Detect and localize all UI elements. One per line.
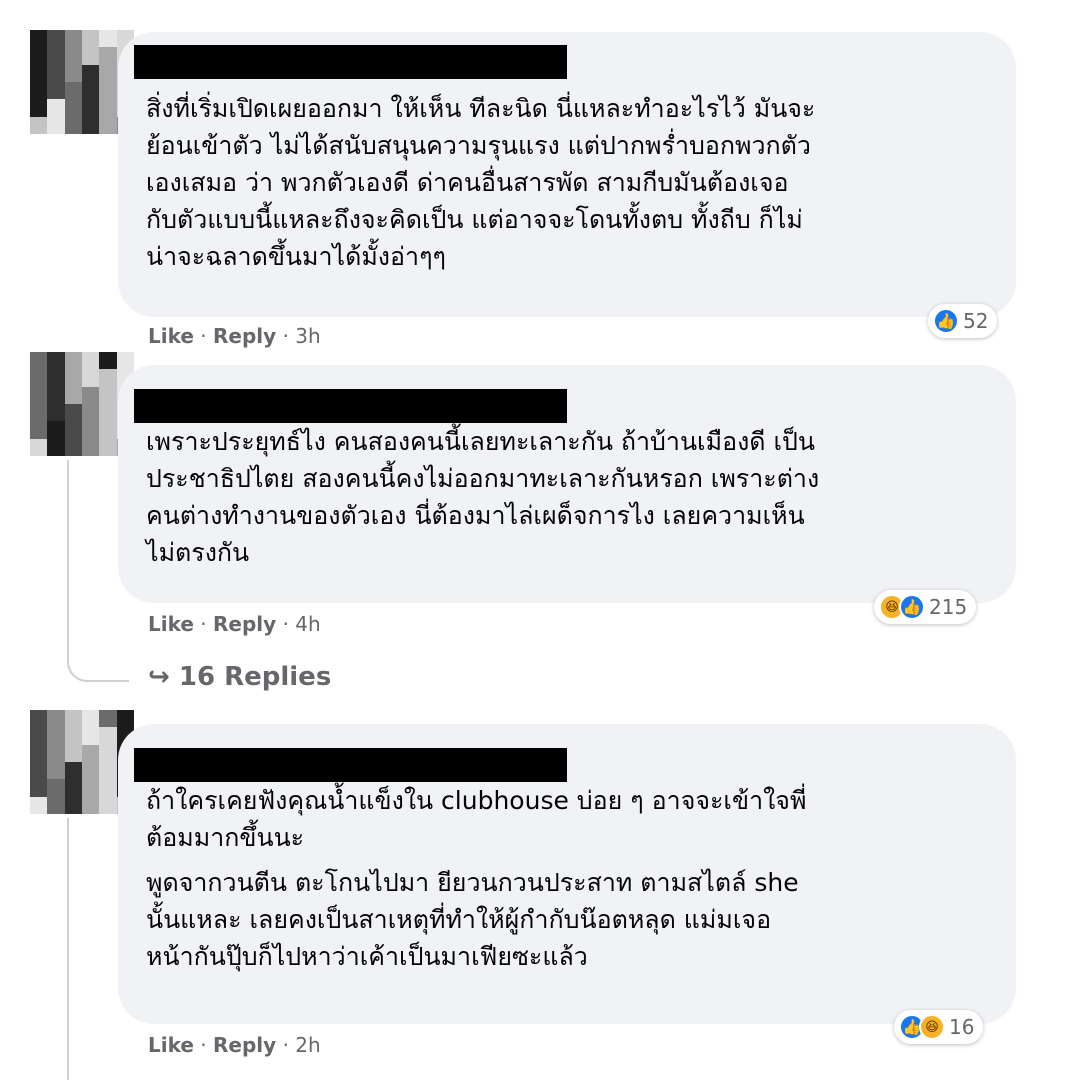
comment-bubble: สิ่งที่เริ่มเปิดเผยออกมา ให้เห็น ทีละนิด… <box>118 32 1016 317</box>
reply-thread-line <box>67 460 129 682</box>
like-icon: 👍 <box>899 594 925 620</box>
separator: · <box>200 612 207 636</box>
reply-button[interactable]: Reply <box>213 324 276 348</box>
haha-icon: 😆 <box>919 1014 945 1040</box>
reply-thread-line <box>67 818 69 1080</box>
separator: · <box>282 612 289 636</box>
reply-button[interactable]: Reply <box>213 1033 276 1057</box>
separator: · <box>282 324 289 348</box>
replies-count-label: 16 Replies <box>178 662 332 692</box>
reply-arrow-icon: ↪ <box>148 662 170 692</box>
separator: · <box>200 1033 207 1057</box>
reaction-summary[interactable]: 👍 😆 16 <box>894 1010 984 1044</box>
like-button[interactable]: Like <box>148 612 194 636</box>
like-button[interactable]: Like <box>148 324 194 348</box>
like-icon: 👍 <box>933 308 959 334</box>
reaction-summary[interactable]: 👍 52 <box>928 304 998 338</box>
comment-actions: Like · Reply · 4h <box>148 612 321 636</box>
comment-bubble: ถ้าใครเคยฟังคุณน้ำแข็งใน clubhouse บ่อย … <box>118 724 1016 1024</box>
comment-timestamp[interactable]: 3h <box>295 324 320 348</box>
comment-bubble: เพราะประยุทธ์ไง คนสองคนนี้เลยทะเลาะกัน ถ… <box>118 365 1016 603</box>
like-button[interactable]: Like <box>148 1033 194 1057</box>
reaction-summary[interactable]: 😆 👍 215 <box>874 590 977 624</box>
comment-timestamp[interactable]: 2h <box>295 1033 320 1057</box>
comment-timestamp[interactable]: 4h <box>295 612 320 636</box>
reaction-count: 52 <box>963 309 989 333</box>
comment-text-paragraph: พูดจากวนตีน ตะโกนไปมา ยียวนกวนประสาท ตาม… <box>146 868 799 971</box>
redacted-author-name <box>134 389 567 423</box>
redacted-author-name <box>134 748 567 782</box>
comment-text: ถ้าใครเคยฟังคุณน้ำแข็งใน clubhouse บ่อย … <box>146 786 807 852</box>
separator: · <box>282 1033 289 1057</box>
separator: · <box>200 324 207 348</box>
view-replies-link[interactable]: ↪ 16 Replies <box>148 662 331 692</box>
reaction-count: 215 <box>929 595 968 619</box>
comment-actions: Like · Reply · 3h <box>148 324 321 348</box>
reaction-count: 16 <box>949 1015 975 1039</box>
redacted-author-name <box>134 45 567 79</box>
comment-actions: Like · Reply · 2h <box>148 1033 321 1057</box>
reply-button[interactable]: Reply <box>213 612 276 636</box>
